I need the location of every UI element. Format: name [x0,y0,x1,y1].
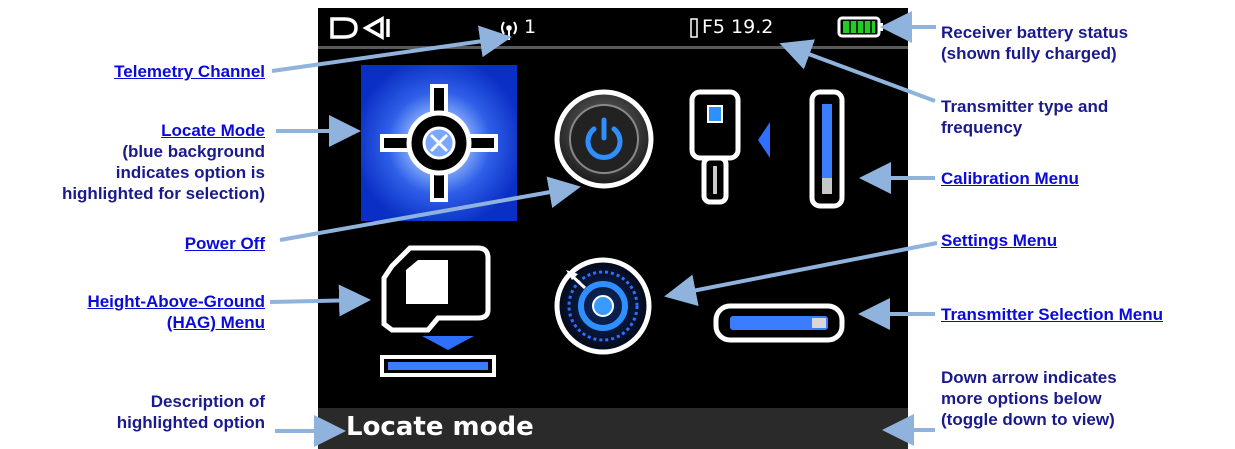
locate-mode-link[interactable]: Locate Mode [161,121,265,140]
transmitter-selection-option[interactable] [713,303,845,343]
down-arrow-note-3: (toggle down to view) [941,410,1115,429]
power-off-link[interactable]: Power Off [185,234,265,253]
callout-battery-status: Receiver battery status (shown fully cha… [941,22,1128,64]
transmitter-selection-menu-link[interactable]: Transmitter Selection Menu [941,305,1163,324]
callout-down-arrow: Down arrow indicates more options below … [941,367,1117,430]
callout-calibration-menu: Calibration Menu [941,168,1079,189]
telemetry-channel-value: 1 [524,16,537,38]
option-description: Locate mode [346,412,534,442]
status-bar-graphics [330,16,883,40]
down-arrow-note-1: Down arrow indicates [941,368,1117,387]
calibration-menu-option[interactable] [689,89,845,209]
telemetry-antenna-icon [501,21,517,40]
callout-power-off: Power Off [185,233,265,254]
receiver-icon [381,245,491,333]
battery-note-2: (shown fully charged) [941,44,1117,63]
power-off-option[interactable] [554,89,654,189]
callout-description-of-option: Description of highlighted option [117,391,265,433]
down-arrow-note-2: more options below [941,389,1102,408]
callout-transmitter-selection-menu: Transmitter Selection Menu [941,304,1163,325]
settings-menu-link[interactable]: Settings Menu [941,231,1057,250]
description-note-2: highlighted option [116,413,265,432]
transmitter-type-note-2: frequency [941,118,1023,137]
down-arrow-icon [422,336,474,350]
callout-telemetry-channel: Telemetry Channel [114,61,265,82]
calibration-gauge-icon [809,89,845,209]
locate-mode-note-2: indicates option is [115,163,265,182]
dci-logo-icon [330,16,390,40]
status-bar: 1 F5 19.2 [318,8,908,49]
locate-mode-note-1: (blue background [122,142,265,161]
description-note-1: Description of [150,392,265,411]
transmitter-battery-icon [690,18,698,38]
locate-mode-note-3: highlighted for selection) [61,184,265,203]
callout-hag-menu: Height-Above-Ground (HAG) Menu [87,291,265,333]
left-arrow-icon [758,122,770,158]
transmitter-icon [689,89,741,205]
callout-settings-menu: Settings Menu [941,230,1057,251]
screen-icons [361,65,879,442]
transmitter-type-note-1: Transmitter type and [941,97,1109,116]
callout-locate-mode: Locate Mode (blue background indicates o… [62,120,265,204]
battery-note-1: Receiver battery status [941,23,1129,42]
ground-bar-fill [388,362,488,370]
battery-icon [837,16,883,38]
locate-mode-option[interactable] [361,65,517,221]
calibration-menu-link[interactable]: Calibration Menu [941,169,1079,188]
hag-menu-option[interactable] [380,245,496,377]
settings-menu-option[interactable] [554,257,652,355]
hag-menu-link-1[interactable]: Height-Above-Ground [87,292,265,311]
description-bar: Locate mode [318,408,908,449]
hag-menu-link-2[interactable]: (HAG) Menu [167,313,265,332]
receiver-screen: 1 F5 19.2 Locate mode [318,8,908,449]
telemetry-channel-link[interactable]: Telemetry Channel [114,62,265,81]
callout-transmitter-type: Transmitter type and frequency [941,96,1108,138]
transmitter-frequency-value: F5 19.2 [702,16,774,38]
